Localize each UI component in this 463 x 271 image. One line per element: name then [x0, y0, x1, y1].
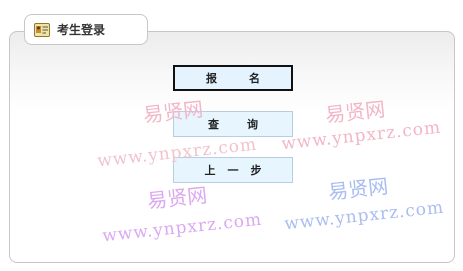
back-label-2: 一 — [227, 164, 239, 177]
back-label-1: 上 — [204, 164, 216, 177]
query-label-1: 查 — [208, 118, 219, 131]
panel-tab: 考生登录 — [24, 14, 148, 45]
query-button[interactable]: 查 询 — [173, 111, 293, 137]
register-button[interactable]: 报 名 — [173, 65, 293, 91]
panel-title: 考生登录 — [57, 23, 106, 37]
previous-step-button[interactable]: 上 一 步 — [173, 157, 293, 183]
register-label-2: 名 — [249, 72, 260, 85]
back-label-3: 步 — [250, 164, 262, 177]
query-label-2: 询 — [247, 118, 258, 131]
register-label-1: 报 — [206, 72, 217, 85]
id-card-icon — [34, 22, 50, 37]
